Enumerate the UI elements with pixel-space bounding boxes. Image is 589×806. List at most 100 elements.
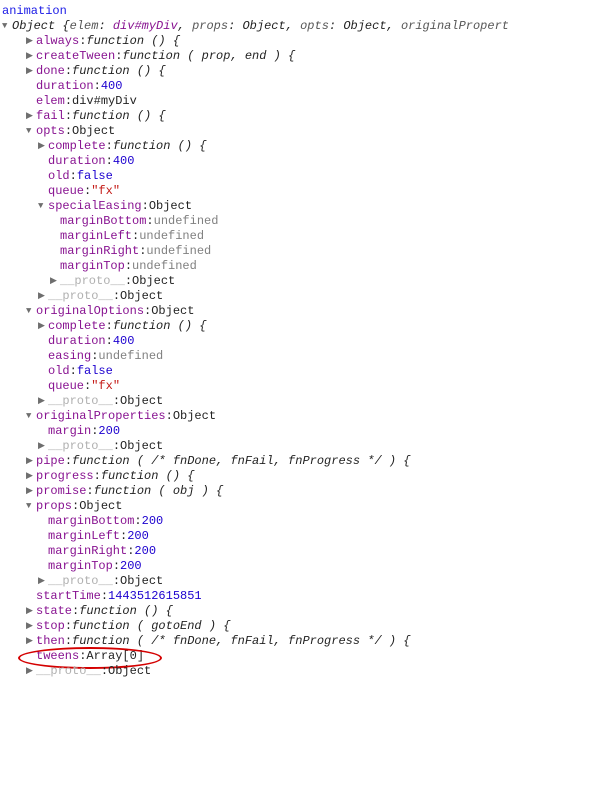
property-row[interactable]: marginTop: undefined (2, 259, 589, 274)
expand-arrow-icon[interactable]: ▶ (38, 319, 48, 334)
property-value: Array[0] (86, 649, 144, 664)
property-key: originalProperties (36, 409, 166, 424)
property-row[interactable]: easing: undefined (2, 349, 589, 364)
property-key: __proto__ (48, 394, 113, 409)
property-row[interactable]: ▶__proto__: Object (2, 664, 589, 679)
colon: : (113, 559, 120, 574)
property-row[interactable]: ▶complete: function () { (2, 139, 589, 154)
property-row[interactable]: marginTop: 200 (2, 559, 589, 574)
property-row[interactable]: ▶fail: function () { (2, 109, 589, 124)
property-key: duration (48, 334, 106, 349)
expand-arrow-icon[interactable]: ▼ (38, 199, 48, 214)
expand-arrow-icon[interactable]: ▼ (26, 499, 36, 514)
property-row[interactable]: marginBottom: undefined (2, 214, 589, 229)
expand-arrow-icon[interactable]: ▶ (50, 274, 60, 289)
property-value: 200 (134, 544, 156, 559)
expand-arrow-icon[interactable]: ▶ (38, 394, 48, 409)
property-row[interactable]: marginRight: undefined (2, 244, 589, 259)
expand-arrow-icon[interactable]: ▶ (26, 454, 36, 469)
expand-arrow-icon[interactable]: ▶ (26, 64, 36, 79)
property-row[interactable]: ▶promise: function ( obj ) { (2, 484, 589, 499)
expand-arrow-icon[interactable]: ▶ (38, 574, 48, 589)
expand-arrow-icon[interactable]: ▶ (26, 634, 36, 649)
object-summary[interactable]: ▼ Object {elem: div#myDiv, props: Object… (2, 19, 589, 34)
expand-arrow-icon[interactable]: ▶ (26, 664, 36, 679)
property-row[interactable]: ▶always: function () { (2, 34, 589, 49)
property-row[interactable]: marginLeft: 200 (2, 529, 589, 544)
property-row[interactable]: startTime: 1443512615851 (2, 589, 589, 604)
colon: : (127, 544, 134, 559)
colon: : (65, 634, 72, 649)
property-row[interactable]: marginRight: 200 (2, 544, 589, 559)
property-row[interactable]: ▶done: function () { (2, 64, 589, 79)
property-row[interactable]: ▶__proto__: Object (2, 394, 589, 409)
colon: : (65, 454, 72, 469)
property-value: Object (173, 409, 216, 424)
expand-arrow-icon[interactable]: ▶ (26, 619, 36, 634)
property-key: old (48, 364, 70, 379)
property-row[interactable]: margin: 200 (2, 424, 589, 439)
expand-arrow-icon[interactable]: ▼ (26, 124, 36, 139)
property-value: Object (120, 574, 163, 589)
property-row[interactable]: old: false (2, 364, 589, 379)
colon: : (65, 94, 72, 109)
property-value: Object (149, 199, 192, 214)
property-value: 1443512615851 (108, 589, 202, 604)
property-row[interactable]: marginBottom: 200 (2, 514, 589, 529)
property-row[interactable]: ▶createTween: function ( prop, end ) { (2, 49, 589, 64)
colon: : (70, 169, 77, 184)
expand-arrow-icon[interactable]: ▼ (2, 19, 12, 34)
expand-arrow-icon[interactable]: ▶ (26, 484, 36, 499)
property-row[interactable]: marginLeft: undefined (2, 229, 589, 244)
property-row[interactable]: ▼specialEasing: Object (2, 199, 589, 214)
property-row[interactable]: ▶__proto__: Object (2, 574, 589, 589)
property-row[interactable]: old: false (2, 169, 589, 184)
property-row[interactable]: elem: div#myDiv (2, 94, 589, 109)
expand-arrow-icon[interactable]: ▶ (26, 469, 36, 484)
expand-arrow-icon[interactable]: ▶ (26, 49, 36, 64)
property-row[interactable]: ▶then: function ( /* fnDone, fnFail, fnP… (2, 634, 589, 649)
colon: : (79, 649, 86, 664)
property-row[interactable]: tweens: Array[0] (2, 649, 589, 664)
expand-arrow-icon[interactable]: ▶ (38, 289, 48, 304)
expand-arrow-icon[interactable]: ▶ (26, 34, 36, 49)
property-row[interactable]: ▼originalProperties: Object (2, 409, 589, 424)
property-key: state (36, 604, 72, 619)
expand-arrow-icon[interactable]: ▼ (26, 409, 36, 424)
property-list: ▶always: function () {▶createTween: func… (2, 34, 589, 679)
expand-arrow-icon[interactable]: ▶ (38, 439, 48, 454)
colon: : (106, 319, 113, 334)
property-row[interactable]: queue: "fx" (2, 184, 589, 199)
property-row[interactable]: ▼props: Object (2, 499, 589, 514)
property-row[interactable]: queue: "fx" (2, 379, 589, 394)
property-row[interactable]: ▶complete: function () { (2, 319, 589, 334)
property-key: __proto__ (48, 289, 113, 304)
property-value: Object (151, 304, 194, 319)
colon: : (106, 154, 113, 169)
property-row[interactable]: ▼opts: Object (2, 124, 589, 139)
property-row[interactable]: ▶pipe: function ( /* fnDone, fnFail, fnP… (2, 454, 589, 469)
property-row[interactable]: ▶__proto__: Object (2, 289, 589, 304)
expand-arrow-icon[interactable]: ▼ (26, 304, 36, 319)
property-row[interactable]: ▶progress: function () { (2, 469, 589, 484)
colon: : (91, 349, 98, 364)
expand-arrow-icon[interactable]: ▶ (26, 109, 36, 124)
property-row[interactable]: duration: 400 (2, 154, 589, 169)
property-row[interactable]: ▼originalOptions: Object (2, 304, 589, 319)
property-value: 400 (101, 79, 123, 94)
colon: : (134, 514, 141, 529)
expand-arrow-icon[interactable]: ▶ (38, 139, 48, 154)
property-key: duration (48, 154, 106, 169)
property-value: false (77, 364, 113, 379)
property-row[interactable]: duration: 400 (2, 334, 589, 349)
property-key: originalOptions (36, 304, 144, 319)
colon: : (115, 49, 122, 64)
property-row[interactable]: ▶state: function () { (2, 604, 589, 619)
property-row[interactable]: duration: 400 (2, 79, 589, 94)
colon: : (91, 424, 98, 439)
property-row[interactable]: ▶__proto__: Object (2, 274, 589, 289)
expand-arrow-icon[interactable]: ▶ (26, 604, 36, 619)
property-row[interactable]: ▶stop: function ( gotoEnd ) { (2, 619, 589, 634)
property-key: opts (36, 124, 65, 139)
property-row[interactable]: ▶__proto__: Object (2, 439, 589, 454)
